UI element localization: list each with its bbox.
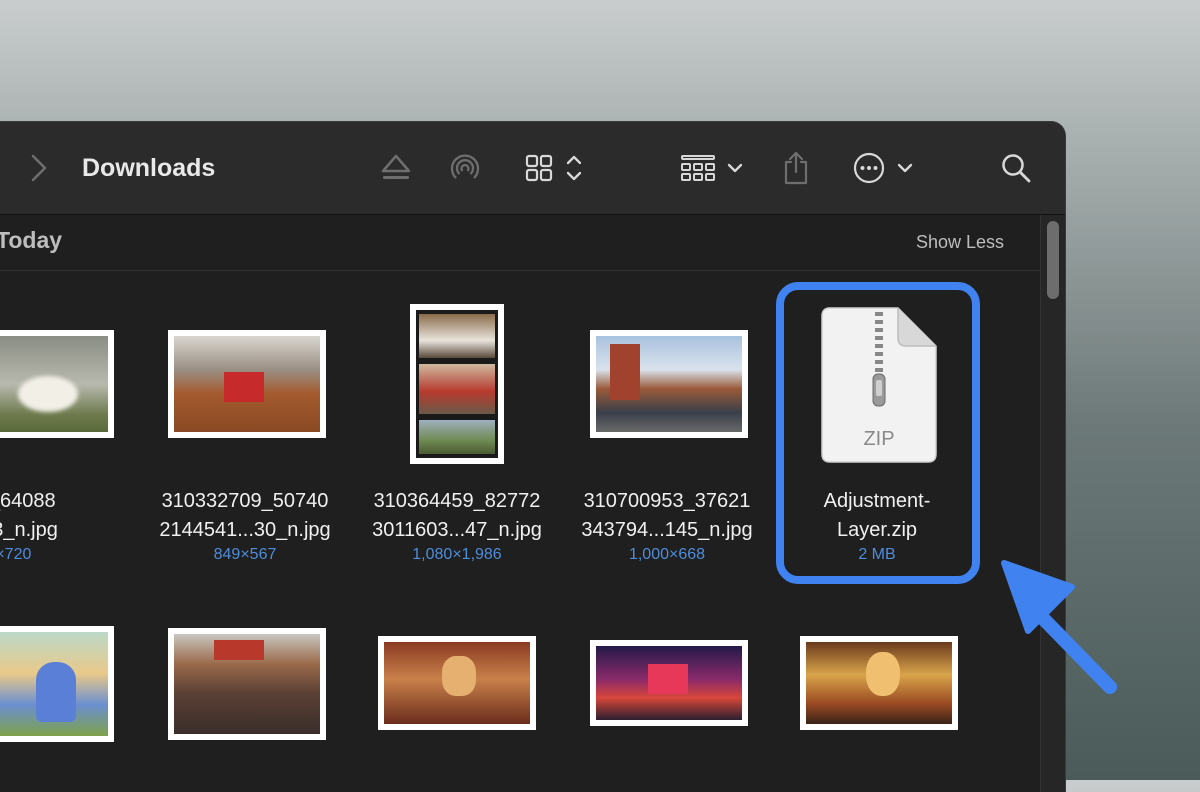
file-name-line: 343794...145_n.jpg: [581, 519, 753, 541]
chevron-down-icon[interactable]: [726, 150, 744, 186]
file-thumbnail[interactable]: [800, 636, 958, 730]
file-name-line: 310332709_50740: [161, 490, 329, 512]
file-name-line: 310364459_82772: [373, 490, 541, 512]
file-name-line: 310700953_37621: [583, 490, 751, 512]
file-thumbnail[interactable]: [590, 640, 748, 726]
pointer-arrow-icon: [990, 555, 1120, 700]
section-header: Today Show Less: [0, 215, 1040, 271]
toolbar: Downloads: [0, 122, 1065, 215]
file-name-line: 3011603...47_n.jpg: [372, 519, 542, 541]
search-icon[interactable]: [1000, 150, 1032, 186]
file-name[interactable]: 310364459_82772 3011603...47_n.jpg: [352, 487, 562, 545]
file-dimensions: 1,080×1,986: [412, 546, 502, 563]
eject-icon[interactable]: [380, 150, 412, 186]
file-name-line: 2144541...30_n.jpg: [159, 519, 331, 541]
more-actions-icon[interactable]: [852, 150, 886, 186]
file-name[interactable]: 310332709_50740 2144541...30_n.jpg: [140, 487, 350, 545]
zip-file-icon[interactable]: ZIP: [820, 306, 938, 464]
file-thumbnail[interactable]: [0, 330, 114, 438]
icon-view-icon[interactable]: [524, 150, 554, 186]
section-title: Today: [0, 227, 63, 253]
file-name-line: Layer.zip: [836, 519, 918, 541]
file-thumbnail[interactable]: [168, 628, 326, 740]
share-icon[interactable]: [782, 150, 810, 186]
file-thumbnail[interactable]: [0, 626, 114, 742]
file-thumbnail[interactable]: [378, 636, 536, 730]
vertical-scrollbar[interactable]: [1040, 215, 1065, 792]
view-toggle-chevron-icon[interactable]: [564, 150, 584, 186]
file-thumbnail[interactable]: [168, 330, 326, 438]
scroll-thumb[interactable]: [1047, 221, 1059, 299]
file-name[interactable]: Adjustment- Layer.zip: [772, 487, 982, 545]
file-name[interactable]: 310700953_37621 343794...145_n.jpg: [562, 487, 772, 545]
group-by-icon[interactable]: [680, 150, 716, 186]
zip-type-label: ZIP: [863, 428, 895, 450]
show-less-button[interactable]: Show Less: [916, 232, 1004, 253]
file-name-line: 09...93_n.jpg: [0, 519, 58, 541]
file-thumbnail[interactable]: [410, 304, 504, 464]
forward-chevron-icon[interactable]: [30, 150, 48, 186]
chevron-down-icon[interactable]: [896, 150, 914, 186]
file-name-line: Adjustment-: [823, 490, 931, 512]
file-dimensions: 079×720: [0, 546, 32, 563]
file-thumbnail[interactable]: [590, 330, 748, 438]
file-name[interactable]: 0916_64088 09...93_n.jpg: [0, 487, 105, 545]
window-title: Downloads: [82, 153, 216, 182]
airdrop-icon[interactable]: [448, 150, 482, 186]
file-name-line: 0916_64088: [0, 490, 56, 512]
file-dimensions: 849×567: [213, 546, 277, 563]
file-dimensions: 2 MB: [858, 546, 896, 563]
file-dimensions: 1,000×668: [628, 546, 706, 563]
